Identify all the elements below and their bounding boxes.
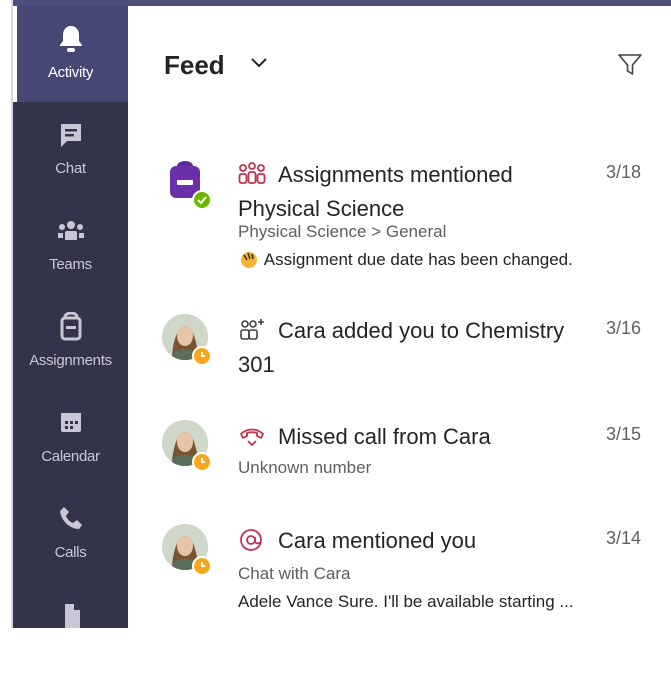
feed-item[interactable]: Missed call from Cara 3/15 Unknown numbe…: [128, 420, 671, 490]
assignments-icon: [60, 312, 81, 341]
feed-item[interactable]: Cara added you to Chemistry 301 3/16: [128, 314, 671, 394]
feed-item-title: Assignments mentioned Physical Science: [238, 162, 513, 221]
calendar-icon: [60, 413, 81, 432]
feed-item-date: 3/15: [605, 424, 641, 444]
rail-item-activity[interactable]: Activity: [13, 6, 128, 102]
feed-item-title: Cara mentioned you: [278, 528, 477, 553]
feed-item-context: Physical Science > General: [238, 222, 447, 241]
rail-item-files[interactable]: [13, 582, 128, 678]
feed-item[interactable]: Cara mentioned you 3/14 Chat with Cara A…: [128, 524, 671, 624]
feed-item-date: 3/18: [605, 162, 641, 182]
chevron-down-icon[interactable]: [250, 56, 268, 70]
feed-item-context: Unknown number: [238, 458, 372, 477]
rail-item-calendar[interactable]: Calendar: [13, 390, 128, 486]
feed-item-date: 3/14: [605, 528, 641, 548]
bell-icon: [59, 26, 82, 52]
away-status-icon: [192, 452, 212, 472]
chat-icon: [60, 124, 81, 147]
away-status-icon: [192, 556, 212, 576]
feed-item-title-block: Assignments mentioned Physical Science: [238, 158, 599, 226]
rail-item-label: Calls: [54, 544, 87, 561]
files-icon: [64, 604, 80, 628]
page-title: Feed: [164, 50, 225, 80]
away-status-icon: [192, 346, 212, 366]
waving-hand-icon: [241, 252, 257, 268]
cara-avatar: [162, 420, 212, 472]
assignment-app-avatar: [162, 158, 212, 210]
feed-item-title: Missed call from Cara: [278, 424, 491, 449]
cara-avatar: [162, 524, 212, 576]
feed-item-date: 3/16: [605, 318, 641, 338]
feed-item-title: Cara added you to Chemistry 301: [238, 318, 565, 377]
teams-icon: [57, 221, 84, 240]
rail-item-label: Calendar: [41, 448, 100, 465]
feed-item-context: Chat with Cara: [238, 564, 351, 583]
feed-item-title-block: Cara added you to Chemistry 301: [238, 314, 599, 382]
feed-item-preview: Assignment due date has been changed.: [263, 250, 573, 269]
filter-icon[interactable]: [617, 52, 643, 78]
phone-icon: [59, 507, 82, 529]
feed-item-preview: Adele Vance Sure. I'll be available star…: [238, 592, 574, 611]
rail-item-label: Assignments: [29, 352, 112, 369]
status-badge: [192, 190, 212, 210]
window-left-border: [0, 0, 13, 628]
rail-item-teams[interactable]: Teams: [13, 198, 128, 294]
rail-item-label: Activity: [47, 64, 94, 81]
feed-header: Feed: [128, 6, 671, 106]
feed-item-title-block: Missed call from Cara: [238, 420, 599, 454]
feed-item[interactable]: Assignments mentioned Physical Science 3…: [128, 158, 671, 278]
cara-avatar: [162, 314, 212, 366]
feed-item-title-block: Cara mentioned you: [238, 524, 599, 558]
rail-item-calls[interactable]: Calls: [13, 486, 128, 582]
rail-item-label: Chat: [55, 160, 86, 177]
app-rail: Activity Chat Teams Assignments Calendar…: [13, 6, 128, 628]
rail-item-assignments[interactable]: Assignments: [13, 294, 128, 390]
rail-item-label: Teams: [49, 256, 92, 273]
feed-item-preview-row: Assignment due date has been changed.: [238, 249, 573, 270]
rail-item-chat[interactable]: Chat: [13, 102, 128, 198]
